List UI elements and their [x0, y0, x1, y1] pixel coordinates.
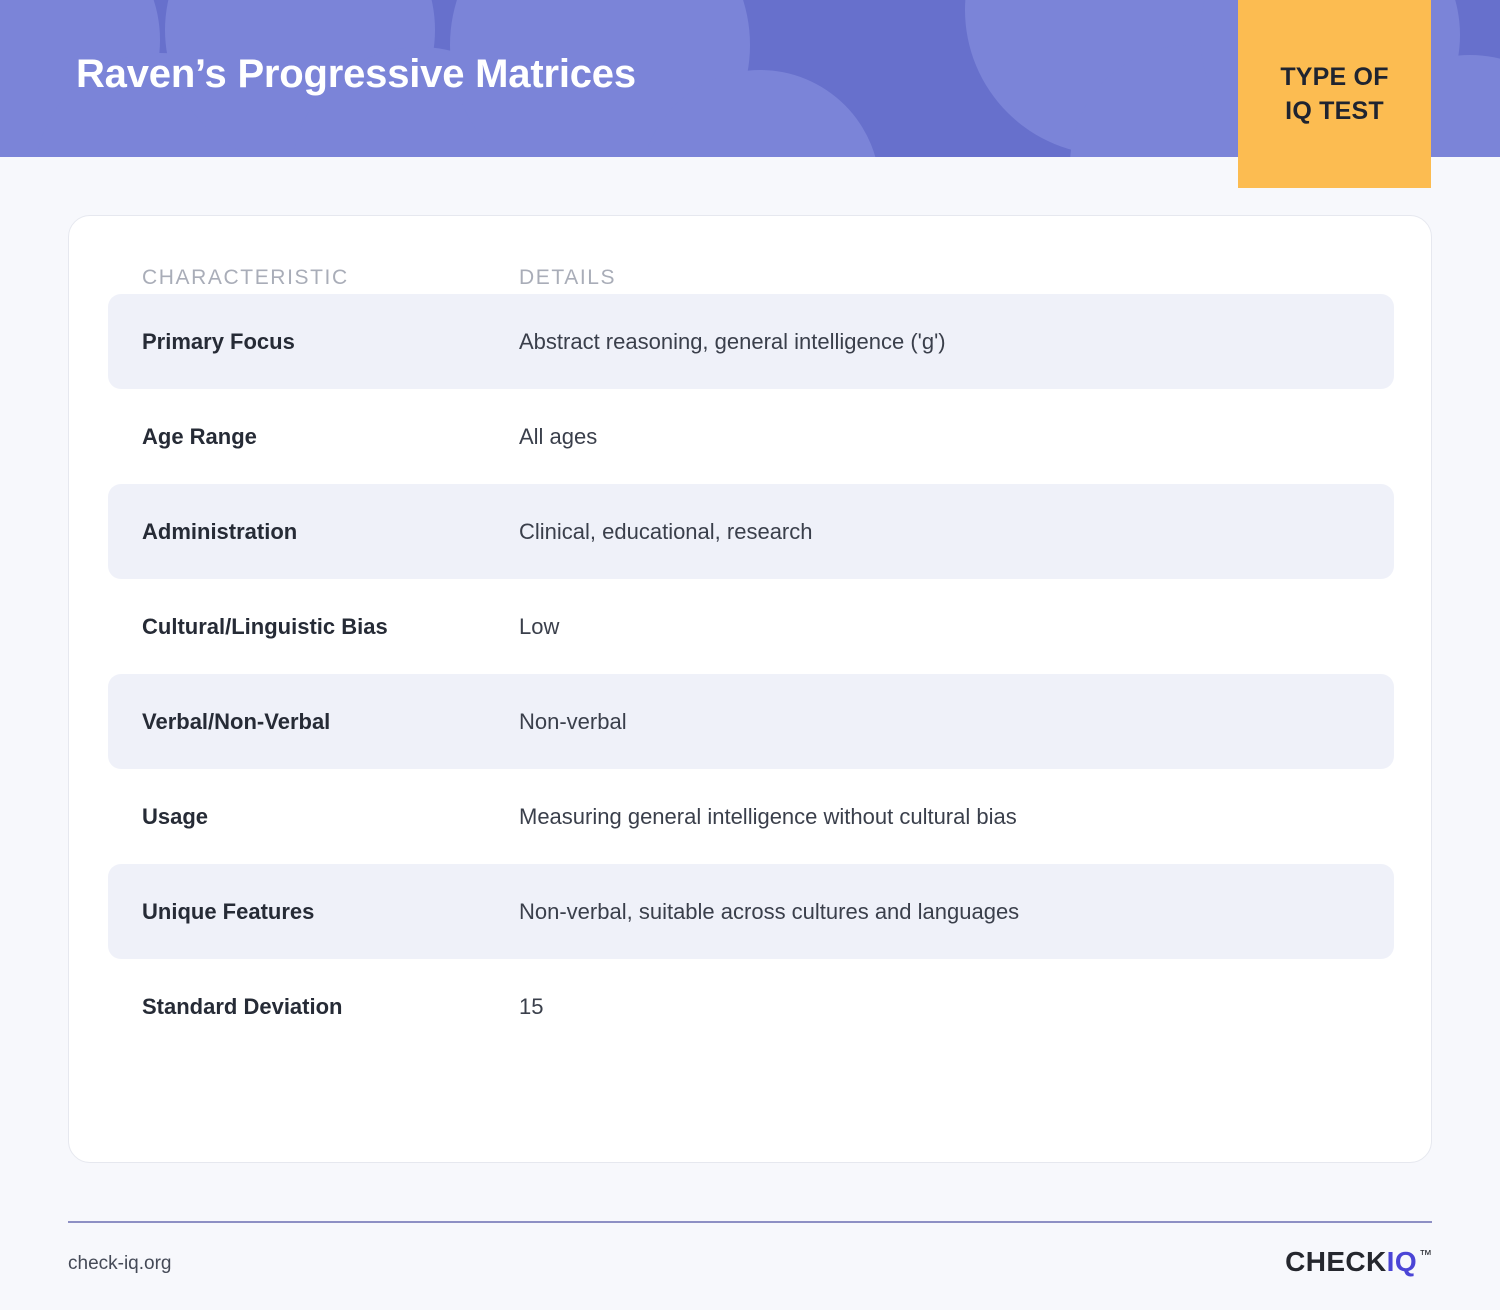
characteristics-table: CHARACTERISTIC DETAILS Primary Focus Abst… [69, 216, 1433, 1054]
table-body: Primary Focus Abstract reasoning, general… [69, 294, 1433, 1054]
cell-details: Non-verbal [519, 708, 627, 734]
cell-characteristic: Standard Deviation [142, 993, 343, 1019]
badge-line-2: IQ TEST [1285, 96, 1384, 125]
table-row: Standard Deviation 15 [108, 959, 1394, 1054]
table-row: Age Range All ages [108, 389, 1394, 484]
logo-trademark-symbol: ™ [1419, 1247, 1432, 1262]
cell-details: Clinical, educational, research [519, 518, 813, 544]
table-header-row: CHARACTERISTIC DETAILS [69, 216, 1433, 294]
cell-details: All ages [519, 423, 598, 449]
footer-website-url[interactable]: check-iq.org [68, 1253, 172, 1275]
page-title: Raven’s Progressive Matrices [76, 52, 636, 96]
cell-characteristic: Age Range [142, 423, 257, 449]
column-header-characteristic: CHARACTERISTIC [142, 266, 349, 289]
footer-divider [68, 1221, 1432, 1223]
cell-details: Non-verbal, suitable across cultures and… [519, 898, 1020, 924]
table-row: Verbal/Non-Verbal Non-verbal [108, 674, 1394, 769]
table-row: Usage Measuring general intelligence with… [108, 769, 1394, 864]
table-row: Cultural/Linguistic Bias Low [108, 579, 1394, 674]
type-of-iq-test-badge: TYPE OF IQ TEST [1238, 0, 1431, 188]
logo-text-iq: IQ [1386, 1246, 1417, 1277]
table-row: Administration Clinical, educational, res… [108, 484, 1394, 579]
characteristics-card: CHARACTERISTIC DETAILS Primary Focus Abst… [68, 215, 1432, 1163]
checkiq-logo[interactable]: CHECK IQ ™ [1285, 1246, 1432, 1278]
cell-characteristic: Cultural/Linguistic Bias [142, 613, 388, 639]
cell-details: 15 [519, 993, 544, 1019]
badge-line-1: TYPE OF [1280, 62, 1389, 91]
cell-characteristic: Primary Focus [142, 328, 295, 354]
cell-details: Measuring general intelligence without c… [519, 803, 1017, 829]
cell-characteristic: Usage [142, 803, 209, 829]
cell-characteristic: Administration [142, 518, 298, 544]
logo-text-check: CHECK [1285, 1246, 1387, 1277]
cell-details: Abstract reasoning, general intelligence… [519, 328, 946, 354]
cell-characteristic: Verbal/Non-Verbal [142, 708, 331, 734]
cell-characteristic: Unique Features [142, 898, 315, 924]
table-row: Primary Focus Abstract reasoning, general… [108, 294, 1394, 389]
cell-details: Low [519, 613, 560, 639]
column-header-details: DETAILS [519, 266, 617, 289]
table-row: Unique Features Non-verbal, suitable acro… [108, 864, 1394, 959]
